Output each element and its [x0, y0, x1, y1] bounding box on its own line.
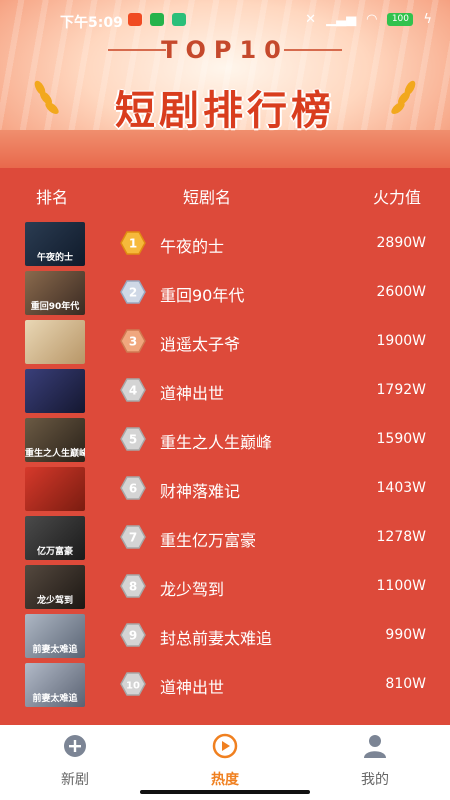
rank-badge-icon: 7 [120, 525, 146, 549]
plus-circle-icon [64, 735, 86, 757]
ranking-row[interactable]: 前妻太难追 10 道神出世 810W [0, 661, 450, 710]
heat-value: 2890W [376, 235, 426, 251]
heat-value: 1278W [376, 529, 426, 545]
drama-poster[interactable] [25, 467, 85, 511]
poster-caption: 前妻太难追 [32, 694, 78, 704]
heat-value: 810W [385, 676, 426, 692]
rank-number: 8 [129, 580, 137, 594]
charging-icon: ϟ [423, 12, 432, 27]
heat-value: 1590W [376, 431, 426, 447]
heat-value: 1100W [376, 578, 426, 594]
nav-item-new[interactable]: 新剧 [30, 733, 120, 789]
chat-icon [150, 13, 164, 26]
drama-name[interactable]: 龙少驾到 [160, 576, 224, 600]
drama-name[interactable]: 道神出世 [160, 380, 224, 404]
poster-caption: 亿万富豪 [36, 547, 73, 557]
heat-value: 1900W [376, 333, 426, 349]
poster-caption: 前妻太难追 [32, 645, 78, 655]
ranking-row[interactable]: 6 财神落难记 1403W [0, 465, 450, 514]
nav-label-new: 新剧 [61, 772, 89, 788]
rank-number: 5 [129, 433, 137, 447]
drama-name[interactable]: 逍遥太子爷 [160, 331, 240, 355]
rank-badge-icon: 5 [120, 427, 146, 451]
rank-number: 4 [129, 384, 137, 398]
person-icon [364, 735, 386, 758]
poster-caption: 重生之人生巅峰 [25, 449, 85, 459]
drama-poster[interactable]: 重生之人生巅峰 [25, 418, 85, 462]
rank-number: 10 [126, 681, 140, 692]
bottom-nav: 新剧 热度 我的 [0, 725, 450, 800]
nav-item-mine[interactable]: 我的 [330, 733, 420, 789]
drama-name[interactable]: 封总前妻太难追 [160, 625, 272, 649]
drama-name[interactable]: 重生亿万富豪 [160, 527, 256, 551]
heat-value: 2600W [376, 284, 426, 300]
ranking-row[interactable]: 亿万富豪 7 重生亿万富豪 1278W [0, 514, 450, 563]
ranking-row[interactable]: 午夜的士 1 午夜的士 2890W [0, 220, 450, 269]
rank-number: 6 [129, 482, 137, 496]
nav-label-mine: 我的 [361, 772, 389, 788]
heat-value: 990W [385, 627, 426, 643]
status-bar: 下午5:09 ✕ ▁▃▅ ◠ 100 ϟ [0, 8, 450, 34]
battery-indicator: 100 [387, 13, 414, 26]
play-circle-icon [212, 733, 238, 759]
page-title: 短剧排行榜 [115, 88, 335, 134]
silent-icon: ✕ [305, 12, 317, 27]
rank-number: 1 [129, 237, 137, 251]
mi-icon [128, 13, 142, 26]
rank-badge-icon: 1 [120, 231, 146, 255]
drama-poster[interactable]: 龙少驾到 [25, 565, 85, 609]
tv-icon [172, 13, 186, 26]
column-heat: 火力值 [373, 188, 422, 207]
rank-number: 3 [129, 335, 137, 349]
drama-poster[interactable] [25, 369, 85, 413]
signal-icon: ▁▃▅ [326, 12, 357, 27]
poster-caption: 午夜的士 [36, 253, 73, 263]
top10-label: TOP10 [161, 36, 289, 64]
drama-poster[interactable]: 午夜的士 [25, 222, 85, 266]
column-name: 短剧名 [183, 188, 232, 207]
heat-value: 1792W [376, 382, 426, 398]
banner-floor [0, 130, 450, 170]
drama-name[interactable]: 午夜的士 [160, 233, 224, 257]
heat-value: 1403W [376, 480, 426, 496]
drama-name[interactable]: 重回90年代 [160, 282, 244, 306]
status-time: 下午5:09 [60, 15, 123, 31]
ranking-row[interactable]: 4 道神出世 1792W [0, 367, 450, 416]
home-indicator [140, 790, 310, 794]
ranking-row[interactable]: 3 逍遥太子爷 1900W [0, 318, 450, 367]
rank-badge-icon: 2 [120, 280, 146, 304]
drama-name[interactable]: 道神出世 [160, 674, 224, 698]
ranking-panel: 排名 短剧名 火力值 午夜的士 1 午夜的士 2890W 重回90年代 2 重回90年代 26… [0, 168, 450, 725]
rank-badge-icon: 4 [120, 378, 146, 402]
table-header: 排名 短剧名 火力值 [0, 168, 450, 218]
rank-badge-icon: 3 [120, 329, 146, 353]
column-rank: 排名 [36, 188, 69, 207]
status-app-icons [128, 13, 186, 26]
ranking-row[interactable]: 重回90年代 2 重回90年代 2600W [0, 269, 450, 318]
rank-badge-icon: 9 [120, 623, 146, 647]
drama-poster[interactable]: 重回90年代 [25, 271, 85, 315]
rank-badge-icon: 8 [120, 574, 146, 598]
rank-number: 2 [129, 286, 137, 300]
rank-number: 9 [129, 629, 137, 643]
rank-badge-icon: 10 [120, 672, 146, 696]
drama-name[interactable]: 重生之人生巅峰 [160, 429, 272, 453]
header-banner: 下午5:09 ✕ ▁▃▅ ◠ 100 ϟ TOP10 短剧排行榜 [0, 0, 450, 170]
status-right: ✕ ▁▃▅ ◠ 100 ϟ [305, 12, 432, 27]
wifi-icon: ◠ [366, 12, 378, 27]
drama-poster[interactable] [25, 320, 85, 364]
poster-caption: 龙少驾到 [36, 596, 73, 606]
ranking-row[interactable]: 重生之人生巅峰 5 重生之人生巅峰 1590W [0, 416, 450, 465]
nav-item-hot[interactable]: 热度 [180, 733, 270, 789]
rank-number: 7 [129, 531, 137, 545]
ranking-row[interactable]: 前妻太难追 9 封总前妻太难追 990W [0, 612, 450, 661]
ranking-row[interactable]: 龙少驾到 8 龙少驾到 1100W [0, 563, 450, 612]
drama-poster[interactable]: 前妻太难追 [25, 663, 85, 707]
drama-poster[interactable]: 亿万富豪 [25, 516, 85, 560]
poster-caption: 重回90年代 [30, 302, 80, 312]
drama-name[interactable]: 财神落难记 [160, 478, 240, 502]
rank-badge-icon: 6 [120, 476, 146, 500]
nav-label-hot: 热度 [211, 772, 239, 788]
drama-poster[interactable]: 前妻太难追 [25, 614, 85, 658]
